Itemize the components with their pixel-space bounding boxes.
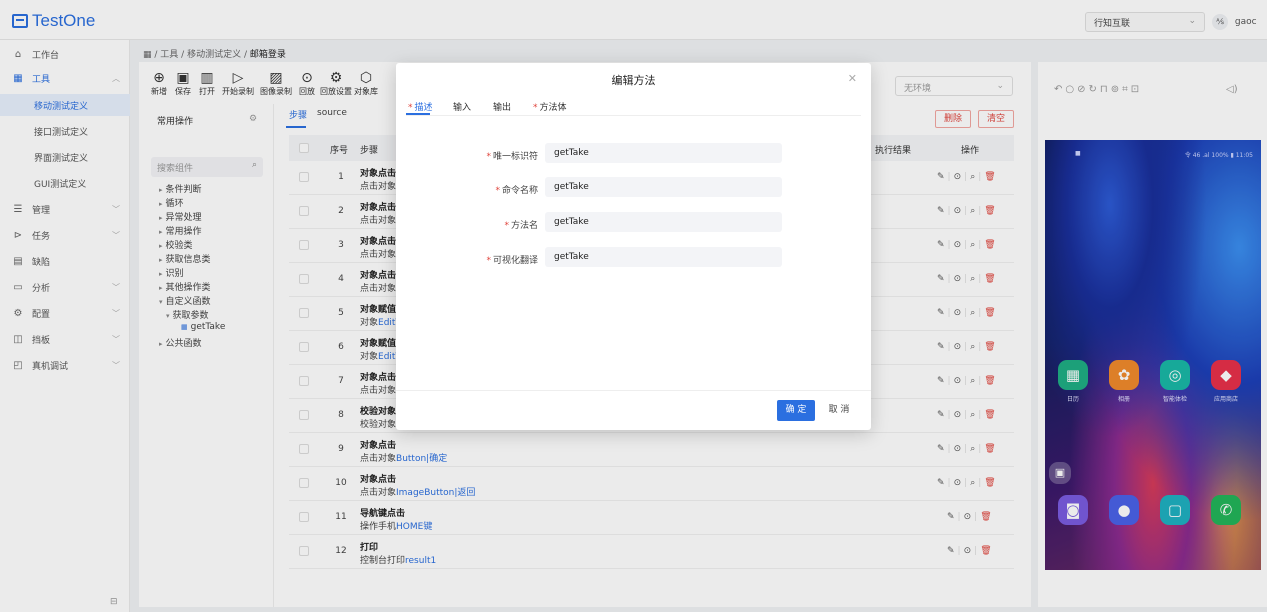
command-name-label: * 命令名称 [495,186,538,196]
visual-translation-input[interactable] [545,247,782,267]
tab-divider [406,115,861,116]
cancel-button[interactable]: 取 消 [820,400,858,421]
unique-id-label: * 唯一标识符 [486,152,538,162]
confirm-button[interactable]: 确 定 [777,400,815,421]
tab-method-body[interactable]: * 方法体 [533,100,567,113]
method-name-input[interactable] [545,212,782,232]
edit-method-dialog: 编辑方法 ✕ *描述 输入 输出 *方法体 *唯一标识符 *命令名称 *方法名 … [396,63,871,430]
footer-divider [396,390,871,391]
tab-description[interactable]: * 描述 [408,100,433,113]
visual-translation-label: * 可视化翻译 [486,256,538,266]
method-name-label: * 方法名 [504,221,538,231]
unique-id-input[interactable] [545,143,782,163]
close-icon[interactable]: ✕ [848,72,857,85]
tab-ink-bar [406,113,430,115]
tab-output[interactable]: 输出 [493,100,511,113]
command-name-input[interactable] [545,177,782,197]
dialog-title: 编辑方法 [611,74,656,87]
tab-input[interactable]: 输入 [453,100,471,113]
